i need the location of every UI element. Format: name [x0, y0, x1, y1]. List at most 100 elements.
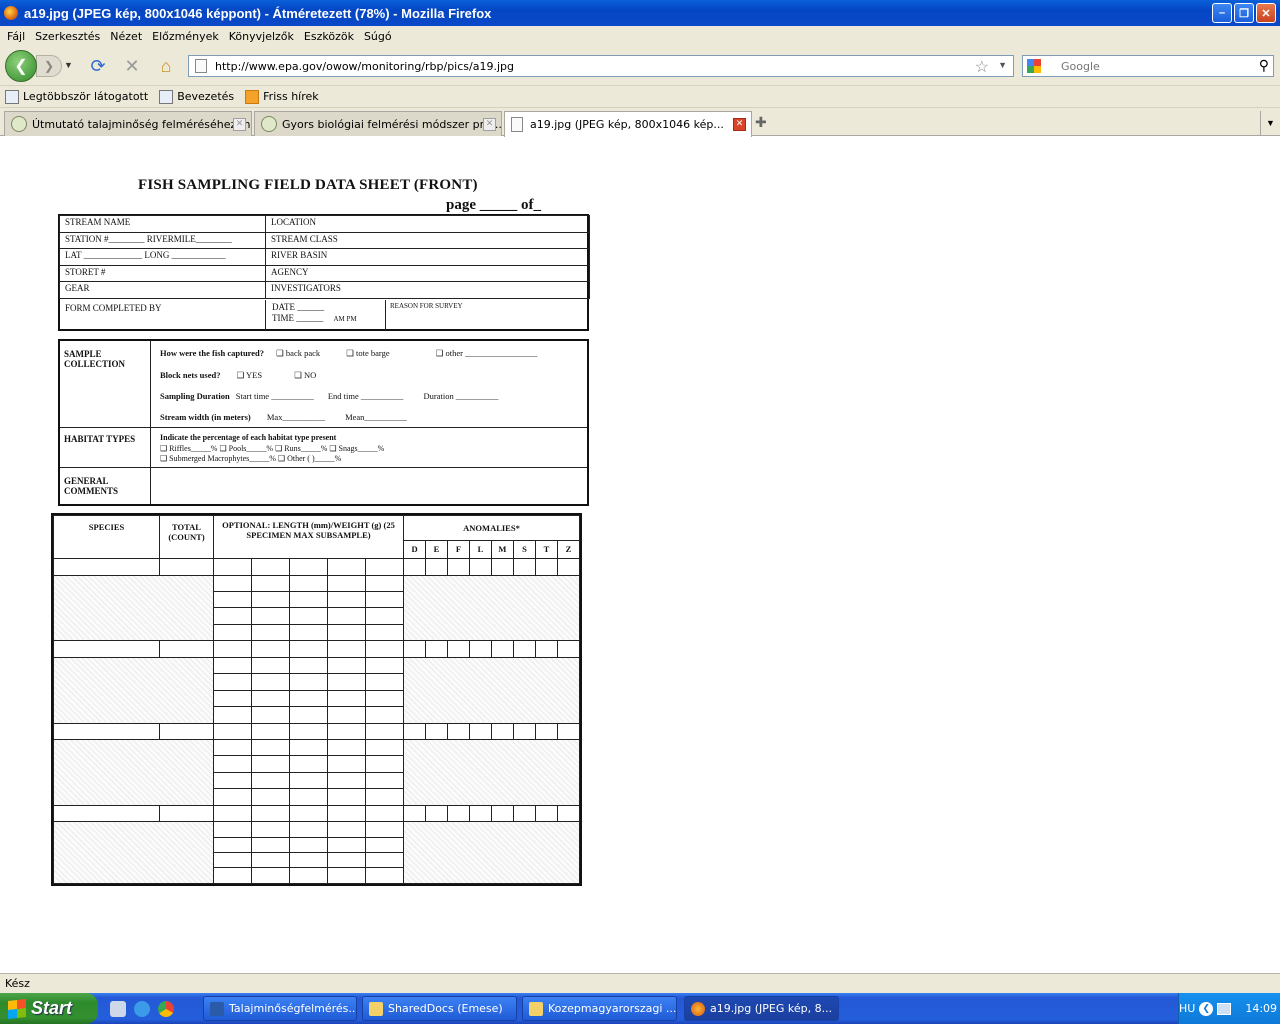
menu-tools[interactable]: Eszközök: [304, 30, 354, 43]
new-tab-icon[interactable]: ✚: [755, 114, 767, 131]
grid-cell: [512, 722, 536, 740]
length-weight-cell: [364, 656, 405, 675]
tab-list-dropdown-icon[interactable]: ▼: [1260, 111, 1280, 135]
minimize-button[interactable]: –: [1212, 3, 1232, 23]
tab-2[interactable]: Gyors biológiai felmérési módszer prot..…: [254, 111, 502, 136]
length-weight-cell: [251, 851, 290, 869]
bookmark-getting-started[interactable]: Bevezetés: [159, 89, 234, 104]
page-number-line: page _____ of_: [446, 197, 541, 213]
grid-cell: [289, 558, 328, 576]
task-firefox[interactable]: a19.jpg (JPEG kép, 8...: [684, 996, 839, 1021]
tab-close-icon[interactable]: ✕: [733, 118, 746, 131]
back-button[interactable]: ❮: [5, 50, 37, 82]
site-icon: [261, 116, 277, 132]
bookmark-star-icon[interactable]: ☆: [975, 57, 989, 77]
capture-question: How were the fish captured?: [160, 348, 265, 358]
am-pm: AM PM: [333, 315, 357, 323]
history-dropdown-icon[interactable]: ▼: [64, 60, 73, 70]
close-button[interactable]: ✕: [1256, 3, 1276, 23]
grid-cell: [364, 722, 405, 740]
tab-close-icon[interactable]: ✕: [483, 118, 496, 131]
length-weight-cell: [327, 771, 366, 790]
grid-cell: [289, 722, 328, 740]
length-weight-cell: [289, 755, 328, 773]
internet-explorer-icon[interactable]: [134, 1001, 150, 1017]
general-comments-label: GENERAL COMMENTS: [64, 476, 118, 496]
stream-name: STREAM NAME: [59, 215, 266, 233]
grid-cell: [53, 558, 160, 576]
task-word-document[interactable]: Talajminőségfelmérés...: [203, 996, 357, 1021]
bookmark-label: Friss hírek: [263, 90, 319, 103]
length-weight-cell: [289, 738, 328, 757]
shaded-cell: [403, 821, 580, 884]
url-input[interactable]: [215, 59, 955, 73]
grid-cell: [534, 722, 558, 740]
google-icon[interactable]: [1027, 59, 1041, 73]
menu-view[interactable]: Nézet: [110, 30, 142, 43]
language-indicator[interactable]: HU: [1179, 1002, 1195, 1015]
reload-icon[interactable]: ⟳: [87, 56, 109, 76]
menu-help[interactable]: Súgó: [364, 30, 392, 43]
bookmark-most-visited[interactable]: Legtöbbször látogatott: [5, 89, 148, 104]
show-desktop-icon[interactable]: [110, 1001, 126, 1017]
anomaly-code-m: M: [490, 539, 514, 560]
tab-1[interactable]: Útmutató talajminőség felméréséhez m... …: [4, 111, 252, 136]
bookmark-latest-headlines[interactable]: Friss hírek: [245, 89, 319, 104]
site-icon: [11, 116, 27, 132]
length-weight-cell: [251, 574, 290, 593]
url-dropdown-icon[interactable]: ▼: [998, 60, 1007, 70]
grid-cell: [512, 804, 536, 823]
species-grid: SPECIES TOTAL (COUNT) OPTIONAL: LENGTH (…: [51, 513, 582, 886]
investigators: INVESTIGATORS: [265, 281, 590, 299]
length-weight-cell: [251, 771, 290, 790]
page-icon: [195, 59, 207, 73]
forward-button[interactable]: ❯: [36, 55, 62, 77]
search-bar[interactable]: ⚲: [1022, 55, 1274, 77]
length-weight-cell: [213, 656, 252, 675]
grid-cell: [490, 722, 514, 740]
page-icon: [159, 89, 174, 104]
anomaly-code-f: F: [446, 539, 470, 560]
length-weight-cell: [213, 706, 252, 724]
length-weight-cell: [364, 755, 405, 773]
habitat-line-2: ❑ Submerged Macrophytes_____% ❑ Other ( …: [160, 454, 342, 463]
address-bar[interactable]: ☆ ▼: [188, 55, 1014, 77]
length-weight-cell: [289, 574, 328, 593]
tray-expand-icon[interactable]: ❮: [1199, 1001, 1214, 1016]
task-label: Talajminőségfelmérés...: [229, 1002, 357, 1015]
home-icon[interactable]: ⌂: [155, 56, 177, 76]
stop-icon[interactable]: ✕: [121, 56, 143, 76]
length-weight-cell: [364, 867, 405, 884]
task-kozepmagyarorszagi[interactable]: Kozepmagyarorszagi ...: [522, 996, 677, 1021]
search-input[interactable]: [1061, 59, 1251, 73]
grid-cell: [364, 558, 405, 576]
length-weight-header: OPTIONAL: LENGTH (mm)/WEIGHT (g) (25 SPE…: [212, 515, 405, 560]
chrome-icon[interactable]: [158, 1001, 174, 1017]
anomaly-code-d: D: [403, 539, 426, 560]
task-shareddocs[interactable]: SharedDocs (Emese): [362, 996, 517, 1021]
firefox-icon: [4, 6, 18, 20]
start-button[interactable]: Start: [0, 993, 98, 1024]
subsample-row: [53, 738, 580, 806]
network-icon[interactable]: [1217, 1002, 1232, 1015]
menu-history[interactable]: Előzmények: [152, 30, 219, 43]
menu-file[interactable]: Fájl: [7, 30, 25, 43]
rss-icon: [245, 89, 260, 104]
restore-button[interactable]: ❐: [1234, 3, 1254, 23]
tab-close-icon[interactable]: ✕: [233, 118, 246, 131]
length-weight-cell: [327, 788, 366, 806]
length-weight-cell: [213, 851, 252, 869]
menu-bookmarks[interactable]: Könyvjelzők: [229, 30, 294, 43]
grid-cell: [403, 558, 426, 576]
tab-3-active[interactable]: a19.jpg (JPEG kép, 800x1046 kép... ✕: [504, 111, 752, 137]
grid-cell: [364, 804, 405, 823]
grid-cell: [446, 640, 470, 658]
length-weight-cell: [327, 706, 366, 724]
anomaly-code-l: L: [468, 539, 492, 560]
duration-field: Duration __________: [423, 391, 499, 401]
capture-method-row: How were the fish captured? ❑ back pack …: [160, 348, 585, 359]
length-weight-cell: [364, 574, 405, 593]
shaded-cell: [53, 738, 214, 806]
menu-edit[interactable]: Szerkesztés: [35, 30, 100, 43]
search-icon[interactable]: ⚲: [1259, 57, 1269, 74]
